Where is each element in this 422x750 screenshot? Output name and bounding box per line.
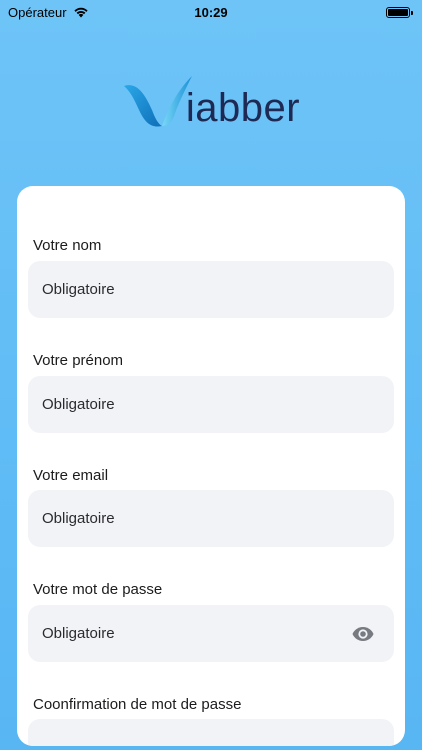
eye-icon[interactable] (352, 626, 374, 642)
field-label: Votre prénom (33, 352, 124, 369)
signup-card: Votre nom Obligatoire Votre prénom Oblig… (17, 186, 405, 746)
field-label: Votre nom (33, 237, 102, 254)
status-bar: Opérateur 10:29 (0, 0, 422, 24)
password-input[interactable]: Obligatoire (28, 605, 394, 662)
clock: 10:29 (194, 4, 228, 20)
battery-level (388, 8, 408, 16)
input-placeholder: Obligatoire (42, 510, 115, 527)
wifi-icon (73, 7, 88, 18)
prenom-input[interactable]: Obligatoire (28, 376, 394, 433)
field-label: Coonfirmation de mot de passe (33, 696, 242, 713)
logo-mark-icon (123, 76, 192, 127)
input-placeholder: Obligatoire (42, 281, 115, 298)
field-label: Votre email (33, 467, 109, 484)
email-input[interactable]: Obligatoire (28, 490, 394, 547)
input-placeholder: Obligatoire (42, 625, 115, 642)
logo-text: iabber (185, 86, 301, 130)
app-logo: iabber (0, 70, 422, 130)
battery-icon (386, 6, 413, 18)
input-placeholder: Obligatoire (42, 396, 115, 413)
status-left: Opérateur (8, 5, 89, 20)
nom-input[interactable]: Obligatoire (28, 261, 394, 318)
carrier-label: Opérateur (8, 4, 67, 20)
password-confirm-input[interactable] (28, 719, 394, 746)
field-label: Votre mot de passe (33, 581, 163, 598)
